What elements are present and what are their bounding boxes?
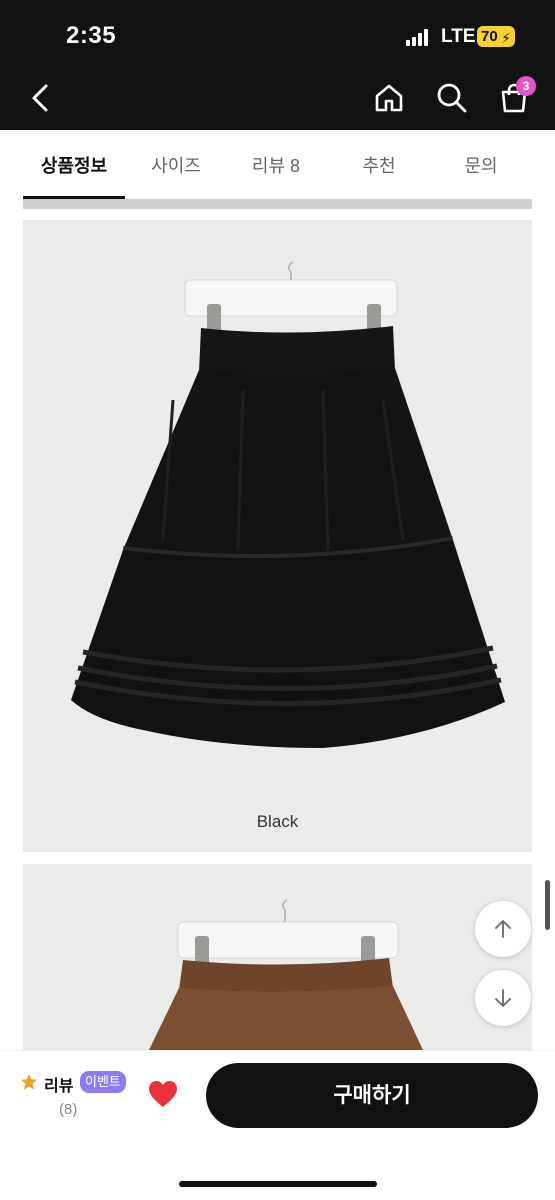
status-time: 2:35	[66, 22, 117, 49]
previous-image-edge	[23, 199, 532, 209]
cart-count-badge: 3	[516, 76, 536, 96]
product-image-brown	[23, 864, 532, 1050]
scroll-top-button[interactable]	[475, 901, 531, 957]
product-image-black: Black	[23, 220, 532, 852]
review-count: (8)	[59, 1101, 78, 1118]
review-label[interactable]: 리뷰	[44, 1072, 73, 1096]
search-icon[interactable]	[432, 78, 472, 118]
arrow-up-icon	[495, 920, 511, 938]
arrow-down-icon	[495, 989, 511, 1007]
scrollbar[interactable]	[545, 880, 550, 930]
buy-button[interactable]: 구매하기	[206, 1063, 538, 1128]
black-skirt-illustration	[71, 261, 505, 748]
star-icon	[20, 1073, 38, 1090]
home-indicator[interactable]	[179, 1181, 377, 1187]
event-badge[interactable]: 이벤트	[80, 1071, 126, 1093]
bottom-purchase-bar: 리뷰 이벤트 (8) 구매하기	[0, 1050, 555, 1200]
product-tabs: 상품정보 사이즈 리뷰 8 추천 문의	[0, 130, 555, 198]
battery-level: 70	[481, 28, 498, 45]
back-icon[interactable]	[20, 78, 60, 118]
image-caption: Black	[256, 812, 299, 831]
top-nav-bar	[0, 66, 555, 130]
status-bar: 2:35 LTE 70 ⚡	[0, 0, 555, 66]
scroll-bottom-button[interactable]	[475, 970, 531, 1026]
brown-skirt-illustration	[149, 899, 423, 1050]
tab-size[interactable]: 사이즈	[130, 152, 222, 178]
home-icon[interactable]	[369, 78, 409, 118]
signal-icon	[406, 29, 430, 46]
tab-reviews[interactable]: 리뷰 8	[230, 152, 322, 178]
tab-recommend[interactable]: 추천	[333, 152, 425, 178]
network-label: LTE	[441, 26, 476, 47]
battery-icon: 70 ⚡	[477, 26, 515, 47]
tab-inquiry[interactable]: 문의	[435, 152, 527, 178]
tab-product-info[interactable]: 상품정보	[23, 152, 125, 178]
heart-icon[interactable]	[147, 1079, 179, 1109]
